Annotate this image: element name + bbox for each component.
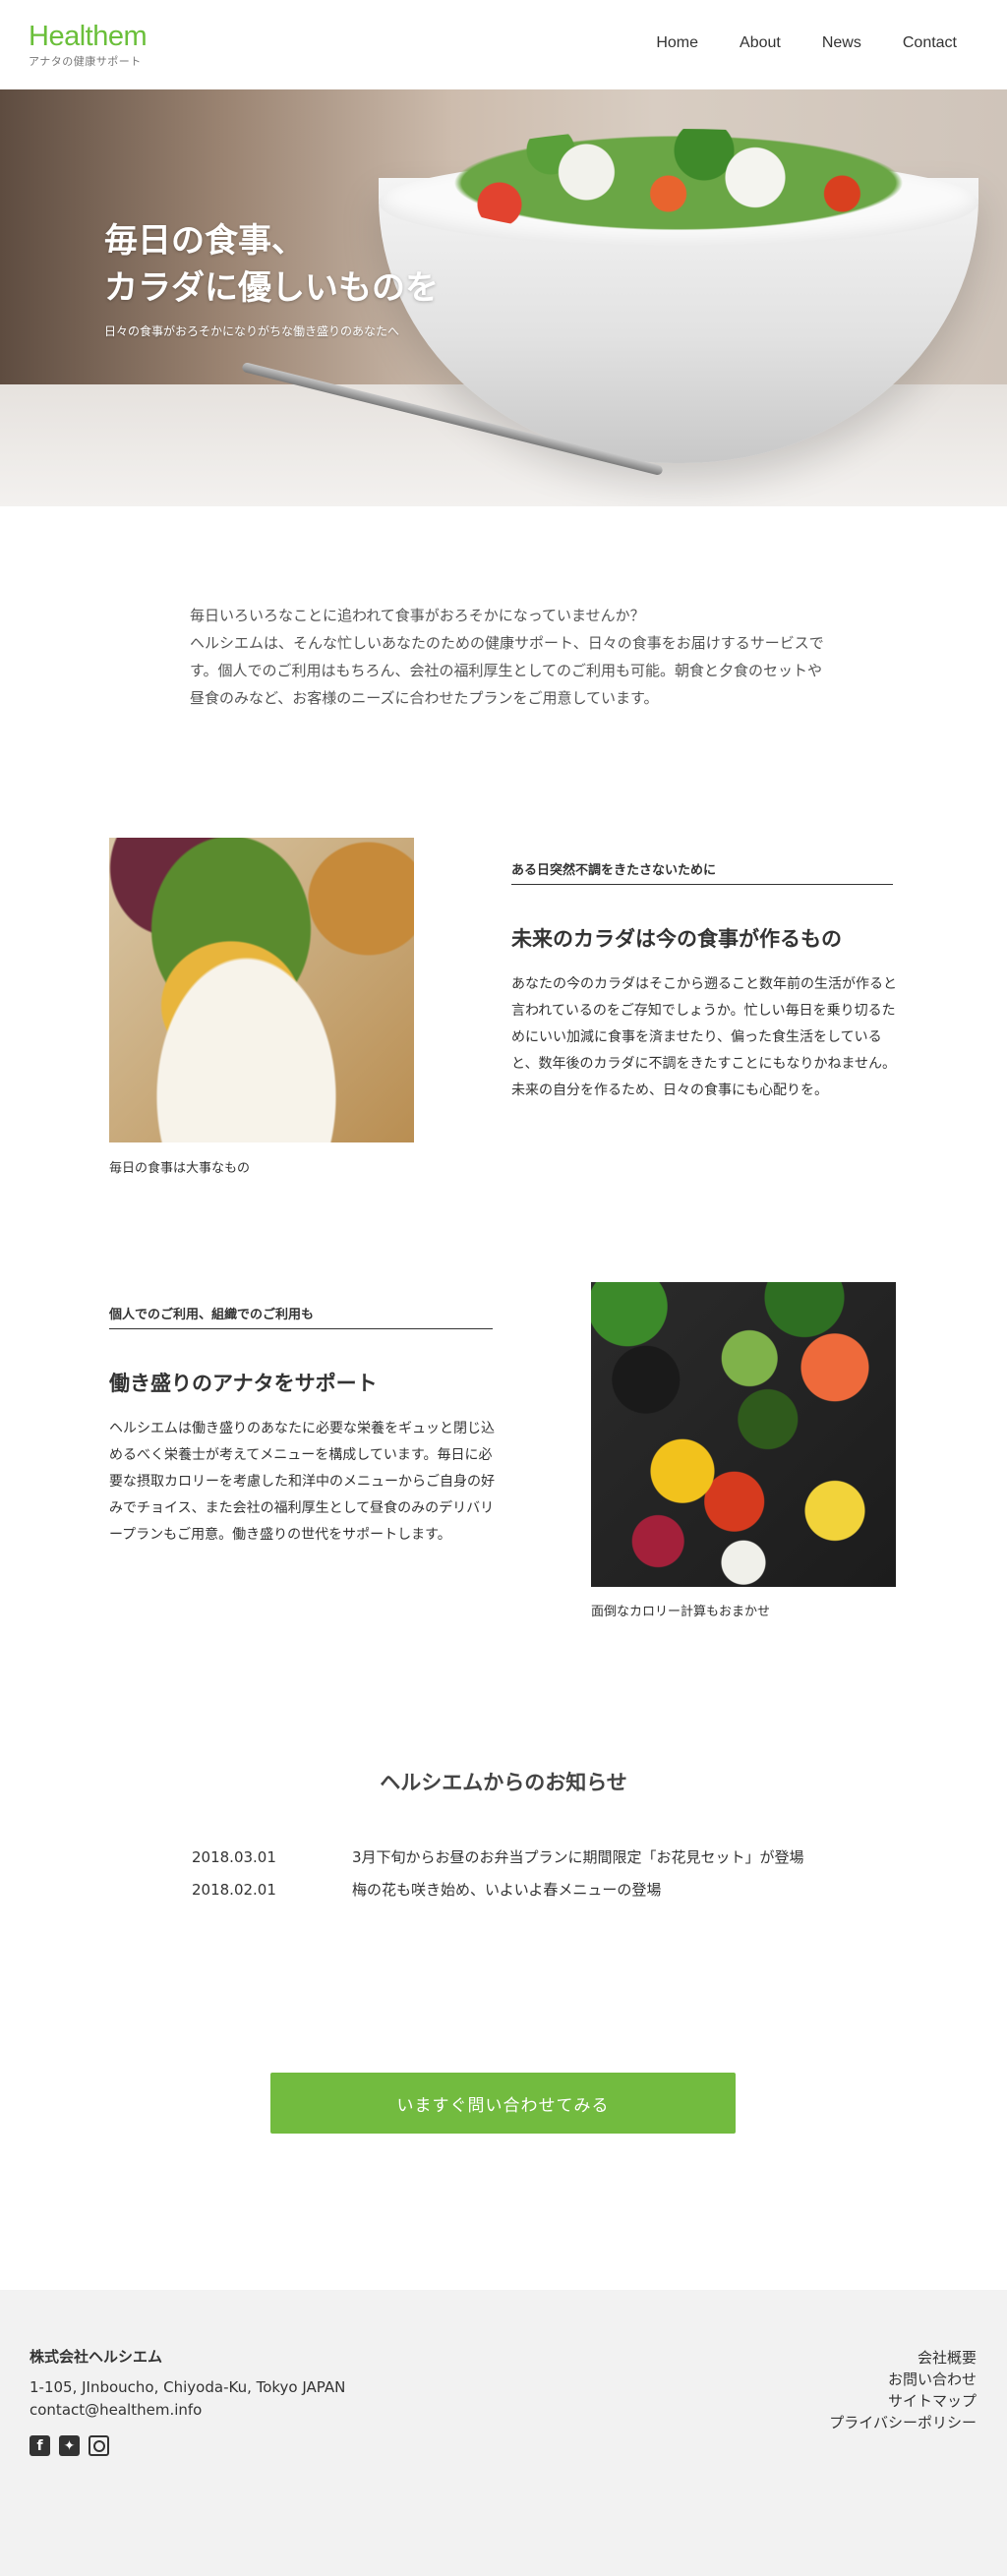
nav-news[interactable]: News — [822, 34, 861, 52]
feature-1-image — [109, 838, 414, 1142]
hero-banner: 毎日の食事、 カラダに優しいものを 日々の食事がおろそかになりがちな働き盛りのあ… — [0, 89, 1007, 506]
logo-name[interactable]: Healthem — [29, 20, 148, 53]
instagram-icon[interactable] — [89, 2435, 109, 2456]
footer-link-privacy[interactable]: プライバシーポリシー — [829, 2412, 977, 2433]
hero-subtitle: 日々の食事がおろそかになりがちな働き盛りのあなたへ — [104, 324, 400, 338]
feature-2-label: 個人でのご利用、組織でのご利用も — [109, 1304, 493, 1329]
footer-links: 会社概要 お問い合わせ サイトマップ プライバシーポリシー — [829, 2347, 977, 2433]
site-header: Healthem アナタの健康サポート Home About News Cont… — [0, 0, 1007, 89]
company-address: 1-105, JInboucho, Chiyoda-Ku, Tokyo JAPA… — [30, 2378, 346, 2396]
company-email[interactable]: contact@healthem.info — [30, 2401, 202, 2419]
nav-contact[interactable]: Contact — [903, 34, 957, 52]
site-footer: 株式会社ヘルシエム 1-105, JInboucho, Chiyoda-Ku, … — [0, 2290, 1007, 2576]
feature-2-image — [591, 1282, 896, 1587]
feature-1-caption: 毎日の食事は大事なもの — [109, 1161, 251, 1176]
feature-1-body: あなたの今のカラダはそこから遡ること数年前の生活が作ると言われているのをご存知で… — [511, 976, 897, 1098]
logo[interactable]: Healthem アナタの健康サポート — [29, 20, 148, 69]
news-date: 2018.03.01 — [192, 1847, 276, 1866]
company-name: 株式会社ヘルシエム — [30, 2348, 163, 2366]
twitter-icon[interactable]: ✦ — [59, 2435, 80, 2456]
nav-about[interactable]: About — [740, 34, 781, 52]
social-links: f ✦ — [30, 2435, 118, 2456]
news-date: 2018.02.01 — [192, 1880, 276, 1899]
footer-link-company[interactable]: 会社概要 — [829, 2347, 977, 2369]
news-text[interactable]: 3月下旬からお昼のお弁当プランに期間限定「お花見セット」が登場 — [352, 1846, 831, 1867]
news-item[interactable]: 2018.02.01 梅の花も咲き始め、いよいよ春メニューの登場 — [192, 1873, 831, 1905]
intro-text: 毎日いろいろなことに追われて食事がおろそかになっていませんか？ ヘルシエムは、そ… — [190, 607, 824, 707]
hero-title: 毎日の食事、 カラダに優しいものを — [104, 221, 439, 308]
contact-cta-button[interactable]: いますぐ問い合わせてみる — [270, 2073, 736, 2134]
feature-2-caption: 面倒なカロリー計算もおまかせ — [591, 1605, 771, 1619]
footer-link-sitemap[interactable]: サイトマップ — [829, 2390, 977, 2412]
nav-home[interactable]: Home — [656, 34, 698, 52]
news-item[interactable]: 2018.03.01 3月下旬からお昼のお弁当プランに期間限定「お花見セット」が… — [192, 1841, 831, 1873]
feature-2-heading: 働き盛りのアナタをサポート — [109, 1371, 378, 1395]
news-text[interactable]: 梅の花も咲き始め、いよいよ春メニューの登場 — [352, 1879, 831, 1900]
feature-2-body: ヘルシエムは働き盛りのあなたに必要な栄養をギュッと閉じ込めるべく栄養士が考えてメ… — [109, 1421, 495, 1543]
feature-1-heading: 未来のカラダは今の食事が作るもの — [511, 926, 842, 951]
logo-tagline: アナタの健康サポート — [29, 55, 142, 68]
news-list: 2018.03.01 3月下旬からお昼のお弁当プランに期間限定「お花見セット」が… — [192, 1841, 831, 1905]
footer-link-contact[interactable]: お問い合わせ — [829, 2369, 977, 2390]
feature-1-label: ある日突然不調をきたさないために — [511, 859, 893, 885]
facebook-icon[interactable]: f — [30, 2435, 50, 2456]
news-title: ヘルシエムからのお知らせ — [380, 1770, 627, 1794]
main-nav: Home About News Contact — [615, 34, 957, 52]
